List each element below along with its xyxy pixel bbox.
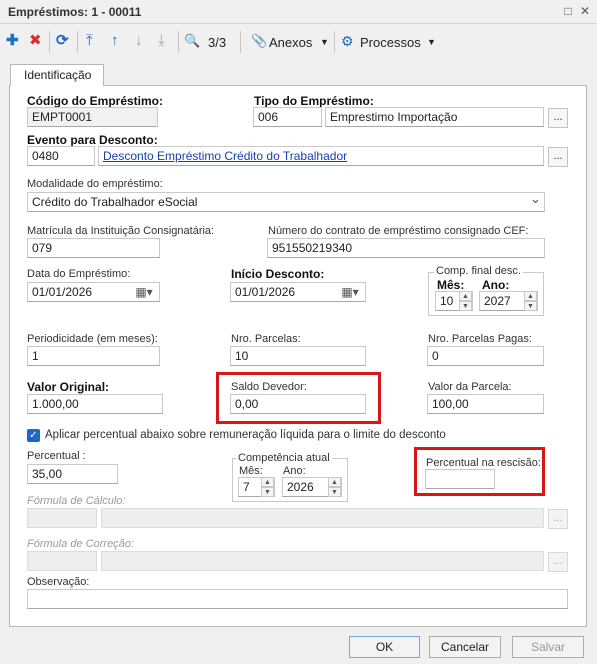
comp-final-ano-spinner[interactable]: ▲ ▼ xyxy=(524,291,537,311)
tipo-lookup-button[interactable]: ... xyxy=(548,108,568,128)
evento-code-field[interactable]: 0480 xyxy=(27,146,95,166)
previous-record-icon[interactable]: ↑ xyxy=(111,33,119,49)
comp-final-ano-label: Ano: xyxy=(482,278,510,292)
evento-lookup-button[interactable]: ... xyxy=(548,147,568,167)
gear-icon[interactable]: ⚙ xyxy=(341,33,354,49)
spin-down-icon[interactable]: ▼ xyxy=(328,487,341,497)
comp-final-mes-label: Mês: xyxy=(437,278,465,292)
window-title: Empréstimos: 1 - 00011 xyxy=(8,5,142,19)
formula-calculo-description-field xyxy=(101,508,544,528)
chevron-down-icon[interactable]: ▼ xyxy=(320,37,329,47)
tipo-description-field[interactable]: Emprestimo Importação xyxy=(325,107,544,127)
spin-down-icon[interactable]: ▼ xyxy=(524,301,537,311)
formula-calculo-lookup-button: ... xyxy=(548,509,568,529)
calendar-icon[interactable]: ▦▾ xyxy=(335,283,365,301)
formula-correcao-lookup-button: ... xyxy=(548,552,568,572)
search-icon[interactable]: 🔍 xyxy=(184,33,200,49)
competencia-mes-label: Mês: xyxy=(239,465,263,477)
spin-up-icon[interactable]: ▲ xyxy=(328,477,341,487)
percentual-rescisao-label: Percentual na rescisão: xyxy=(426,457,541,469)
attachment-icon[interactable]: 📎 xyxy=(251,33,267,49)
data-emprestimo-label: Data do Empréstimo: xyxy=(27,268,131,280)
toolbar-separator xyxy=(178,31,179,53)
modalidade-label: Modalidade do empréstimo: xyxy=(27,178,163,190)
spin-up-icon[interactable]: ▲ xyxy=(524,291,537,301)
first-record-icon[interactable]: ⤒ xyxy=(86,33,93,49)
contrato-label: Número do contrato de empréstimo consign… xyxy=(268,225,529,237)
record-counter: 3/3 xyxy=(208,35,227,50)
toolbar-separator xyxy=(49,31,50,53)
formula-correcao-description-field xyxy=(101,551,544,571)
next-record-icon[interactable]: ↓ xyxy=(135,33,143,49)
formula-correcao-code-field xyxy=(27,551,97,571)
cancel-button[interactable]: Cancelar xyxy=(429,636,501,658)
anexos-menu[interactable]: Anexos xyxy=(269,35,312,50)
restore-icon[interactable]: □ xyxy=(561,4,575,18)
toolbar-separator xyxy=(240,31,241,53)
periodicidade-label: Periodicidade (em meses): xyxy=(27,333,158,345)
contrato-field[interactable]: 951550219340 xyxy=(267,238,545,258)
periodicidade-field[interactable]: 1 xyxy=(27,346,160,366)
last-record-icon[interactable]: ⤓ xyxy=(158,33,165,49)
valor-parcela-label: Valor da Parcela: xyxy=(428,381,512,393)
calendar-icon[interactable]: ▦▾ xyxy=(129,283,159,301)
codigo-field[interactable]: EMPT0001 xyxy=(27,107,158,127)
spin-down-icon[interactable]: ▼ xyxy=(261,487,274,497)
comp-final-mes-spinner[interactable]: ▲ ▼ xyxy=(459,291,472,311)
aplicar-percentual-checkbox[interactable]: ✓ xyxy=(27,429,40,442)
valor-original-label: Valor Original: xyxy=(27,380,110,394)
competencia-atual-label: Competência atual xyxy=(236,452,332,464)
competencia-ano-label: Ano: xyxy=(283,465,306,477)
tab-identificacao[interactable]: Identificação xyxy=(10,64,104,86)
observacao-label: Observação: xyxy=(27,576,90,588)
spin-up-icon[interactable]: ▲ xyxy=(459,291,472,301)
add-icon[interactable]: ✚ xyxy=(6,33,19,49)
delete-icon[interactable]: ✖ xyxy=(29,33,42,49)
refresh-icon[interactable]: ⟳ xyxy=(56,33,69,49)
spin-down-icon[interactable]: ▼ xyxy=(459,301,472,311)
processos-menu[interactable]: Processos xyxy=(360,35,421,50)
toolbar-separator xyxy=(77,31,78,53)
percentual-field[interactable]: 35,00 xyxy=(27,464,118,484)
evento-label: Evento para Desconto: xyxy=(27,133,158,147)
matricula-field[interactable]: 079 xyxy=(27,238,160,258)
competencia-ano-spinner[interactable]: ▲ ▼ xyxy=(328,477,341,497)
nro-parcelas-field[interactable]: 10 xyxy=(230,346,366,366)
evento-description-link[interactable]: Desconto Empréstimo Crédito do Trabalhad… xyxy=(98,146,544,166)
observacao-field[interactable] xyxy=(27,589,568,609)
chevron-down-icon[interactable]: ⌄ xyxy=(530,191,541,207)
nro-parcelas-pagas-field[interactable]: 0 xyxy=(427,346,544,366)
valor-parcela-field[interactable]: 100,00 xyxy=(427,394,544,414)
formula-correcao-label: Fórmula de Correção: xyxy=(27,538,134,550)
formula-calculo-code-field xyxy=(27,508,97,528)
spin-up-icon[interactable]: ▲ xyxy=(261,477,274,487)
save-button[interactable]: Salvar xyxy=(512,636,584,658)
percentual-rescisao-field[interactable] xyxy=(425,469,495,489)
toolbar-separator xyxy=(334,31,335,53)
close-icon[interactable]: ✕ xyxy=(578,4,592,18)
ok-button[interactable]: OK xyxy=(349,636,420,658)
inicio-desconto-label: Início Desconto: xyxy=(231,267,325,281)
competencia-mes-spinner[interactable]: ▲ ▼ xyxy=(261,477,274,497)
tab-label: Identificação xyxy=(24,68,92,82)
matricula-label: Matrícula da Instituição Consignatária: xyxy=(27,225,215,237)
comp-final-label: Comp. final desc. xyxy=(434,265,523,277)
tipo-code-field[interactable]: 006 xyxy=(253,107,322,127)
saldo-devedor-label: Saldo Devedor: xyxy=(231,381,307,393)
aplicar-percentual-label[interactable]: Aplicar percentual abaixo sobre remunera… xyxy=(45,429,446,441)
formula-calculo-label: Fórmula de Cálculo: xyxy=(27,495,126,507)
nro-parcelas-pagas-label: Nro. Parcelas Pagas: xyxy=(428,333,532,345)
tipo-label: Tipo do Empréstimo: xyxy=(254,94,374,108)
percentual-label: Percentual : xyxy=(27,450,86,462)
codigo-label: Código do Empréstimo: xyxy=(27,94,163,108)
chevron-down-icon[interactable]: ▼ xyxy=(427,37,436,47)
modalidade-select[interactable]: Crédito do Trabalhador eSocial xyxy=(27,192,545,212)
saldo-devedor-field[interactable]: 0,00 xyxy=(230,394,366,414)
valor-original-field[interactable]: 1.000,00 xyxy=(27,394,163,414)
nro-parcelas-label: Nro. Parcelas: xyxy=(231,333,301,345)
